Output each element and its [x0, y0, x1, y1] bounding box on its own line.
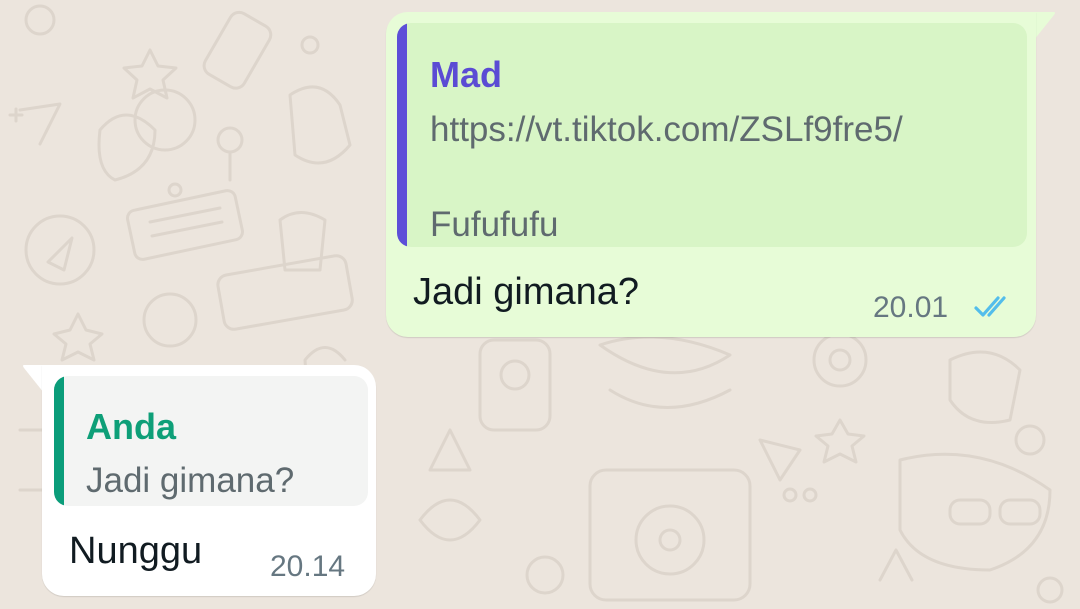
message-timestamp: 20.01	[873, 291, 949, 324]
outgoing-message-bubble[interactable]: Mad https://vt.tiktok.com/ZSLf9fre5/ Fuf…	[386, 12, 1036, 337]
quote-author: Anda	[86, 406, 176, 447]
quoted-message[interactable]: Anda Jadi gimana?	[54, 376, 368, 506]
message-text: Jadi gimana?	[413, 271, 640, 313]
outgoing-bubble-tail	[1034, 12, 1055, 40]
quote-text: Jadi gimana?	[86, 461, 295, 500]
incoming-bubble-tail	[23, 365, 44, 393]
message-timestamp: 20.14	[270, 550, 346, 583]
quote-caption-text: Fufufufu	[430, 205, 559, 244]
quoted-message[interactable]: Mad https://vt.tiktok.com/ZSLf9fre5/ Fuf…	[397, 23, 1027, 247]
quote-link-text: https://vt.tiktok.com/ZSLf9fre5/	[430, 110, 903, 149]
quote-accent-bar	[397, 23, 407, 247]
quote-author: Mad	[430, 54, 502, 95]
double-check-read-icon	[974, 296, 1006, 317]
quote-accent-bar	[54, 376, 64, 506]
message-text: Nunggu	[69, 530, 203, 572]
incoming-message-bubble[interactable]: Anda Jadi gimana? Nunggu 20.14	[42, 365, 376, 596]
